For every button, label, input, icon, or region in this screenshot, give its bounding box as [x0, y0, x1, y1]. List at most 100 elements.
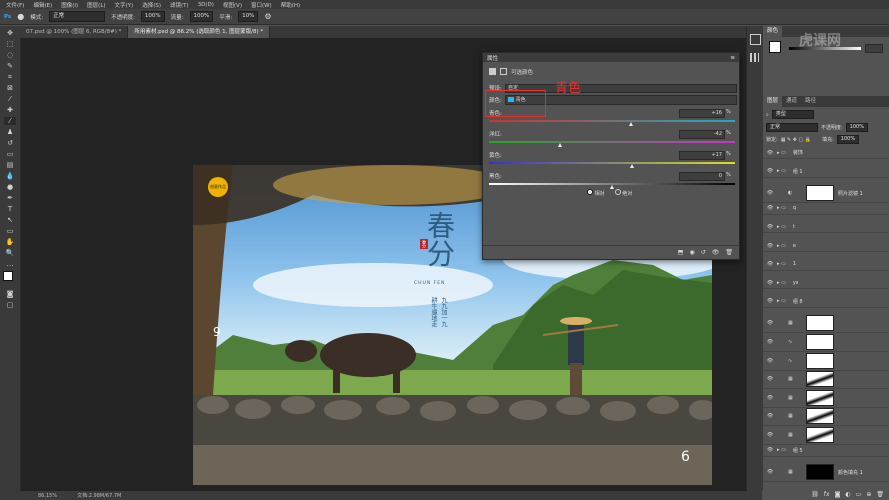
slider-thumb[interactable]	[630, 164, 635, 168]
layer-row[interactable]: 👁 ▦	[763, 370, 889, 390]
dodge-tool-icon[interactable]: ●	[4, 183, 16, 191]
layer-row[interactable]: 👁 ▸ ▭ 装饰	[763, 147, 889, 159]
healing-tool-icon[interactable]: ✚	[4, 106, 16, 114]
layer-opacity-input[interactable]: 100%	[845, 123, 868, 132]
menu-item[interactable]: 窗口(W)	[251, 1, 272, 9]
screen-mode-icon[interactable]: ▢	[4, 301, 16, 309]
blend-mode-select[interactable]: 正常	[766, 123, 818, 132]
smooth-input[interactable]: 10%	[238, 11, 259, 22]
tab-color[interactable]: 颜色	[763, 26, 783, 37]
type-tool-icon[interactable]: T	[4, 205, 16, 213]
mask-icon[interactable]	[500, 68, 507, 75]
folder-icon[interactable]: ▸ ▭	[777, 168, 786, 174]
folder-icon[interactable]: ▸ ▭	[777, 261, 786, 267]
menu-item[interactable]: 图像(I)	[61, 1, 78, 9]
slider-thumb[interactable]	[557, 143, 562, 147]
layer-row[interactable]: 👁 ▦	[763, 426, 889, 445]
visibility-eye-icon[interactable]: 👁	[766, 190, 774, 196]
layer-row[interactable]: 👁 ▸ ▭ q	[763, 203, 889, 215]
layer-row[interactable]: 👁 ∿	[763, 333, 889, 352]
menu-item[interactable]: 编辑(E)	[33, 1, 52, 9]
kind-select[interactable]: 类型	[771, 110, 814, 119]
quick-mask-icon[interactable]: ◙	[4, 290, 16, 298]
visibility-eye-icon[interactable]: 👁	[766, 168, 774, 174]
visibility-eye-icon[interactable]: 👁	[766, 339, 774, 345]
visibility-icon[interactable]: 👁	[712, 249, 720, 256]
tab-layers[interactable]: 图层	[763, 96, 783, 107]
menu-item[interactable]: 文字(Y)	[115, 1, 134, 9]
new-adjustment-icon[interactable]: ◐	[845, 491, 850, 498]
layer-row[interactable]: 👁 ▦	[763, 389, 889, 408]
pen-tool-icon[interactable]: ✒	[4, 194, 16, 202]
new-group-icon[interactable]: ▭	[856, 491, 862, 498]
brush-tool-icon[interactable]: ⁄	[4, 117, 16, 125]
color-panel-icon[interactable]	[750, 34, 761, 45]
fg-color-swatch[interactable]	[769, 41, 781, 53]
visibility-eye-icon[interactable]: 👁	[766, 280, 774, 286]
eyedropper-tool-icon[interactable]: ⁄	[4, 95, 16, 103]
delete-icon[interactable]: 🗑	[725, 249, 733, 256]
layer-row[interactable]: 👁 ▸ ▭ 1	[763, 259, 889, 271]
slider-value-input[interactable]: +16	[679, 109, 725, 118]
mode-select[interactable]: 正常	[49, 11, 106, 22]
layer-row[interactable]: 👁 ▸ ▭ e	[763, 240, 889, 252]
move-tool-icon[interactable]: ✥	[4, 29, 16, 37]
history-brush-icon[interactable]: ↺	[4, 139, 16, 147]
relative-radio[interactable]: 相对	[587, 189, 605, 197]
flow-input[interactable]: 100%	[189, 11, 214, 22]
menu-item[interactable]: 视图(V)	[223, 1, 242, 9]
visibility-eye-icon[interactable]: 👁	[766, 413, 774, 419]
tab-paths[interactable]: 路径	[801, 96, 820, 107]
value-box[interactable]	[865, 44, 883, 53]
folder-icon[interactable]: ▸ ▭	[777, 280, 786, 286]
fx-icon[interactable]: fx	[824, 491, 830, 498]
visibility-eye-icon[interactable]: 👁	[766, 469, 774, 475]
slider-track[interactable]	[489, 120, 735, 122]
visibility-eye-icon[interactable]: 👁	[766, 447, 774, 453]
visibility-eye-icon[interactable]: 👁	[766, 205, 774, 211]
slider-thumb[interactable]	[629, 122, 634, 126]
slider-value-input[interactable]: 0	[679, 172, 725, 181]
visibility-eye-icon[interactable]: 👁	[766, 376, 774, 382]
layer-row[interactable]: 👁 ▸ ▭ 组 1	[763, 166, 889, 178]
folder-icon[interactable]: ▸ ▭	[777, 224, 786, 230]
lasso-tool-icon[interactable]: ◌	[4, 51, 16, 59]
folder-icon[interactable]: ▸ ▭	[777, 298, 786, 304]
eraser-tool-icon[interactable]: ▭	[4, 150, 16, 158]
folder-icon[interactable]: ▸ ▭	[777, 447, 786, 453]
visibility-eye-icon[interactable]: 👁	[766, 150, 774, 156]
slider-value-input[interactable]: +17	[679, 151, 725, 160]
folder-icon[interactable]: ▸ ▭	[777, 150, 786, 156]
layer-row[interactable]: 👁 ▦	[763, 314, 889, 334]
visibility-eye-icon[interactable]: 👁	[766, 298, 774, 304]
folder-icon[interactable]: ▸ ▭	[777, 205, 786, 211]
layer-row[interactable]: 👁 ▸ ▭ 组 5	[763, 445, 889, 457]
view-previous-icon[interactable]: ◉	[689, 249, 694, 256]
quick-select-tool-icon[interactable]: ✎	[4, 62, 16, 70]
opacity-input[interactable]: 100%	[140, 11, 165, 22]
layer-row[interactable]: 👁 ▸ ▭ ys	[763, 277, 889, 290]
zoom-tool-icon[interactable]: 🔍	[4, 249, 16, 257]
fill-input[interactable]: 100%	[836, 135, 860, 144]
document-tab[interactable]: 所用素材.psd @ 86.2% (选取颜色 1, 图层蒙版/8) *	[128, 26, 271, 38]
menu-item[interactable]: 选择(S)	[142, 1, 161, 9]
visibility-eye-icon[interactable]: 👁	[766, 224, 774, 230]
slider-value-input[interactable]: -42	[679, 130, 725, 139]
marquee-tool-icon[interactable]: ⬚	[4, 40, 16, 48]
link-icon[interactable]: ⛓	[811, 491, 819, 498]
layer-row[interactable]: 👁 ▸ ▭ t	[763, 221, 889, 234]
menu-item[interactable]: 帮助(H)	[281, 1, 300, 9]
layer-row[interactable]: 👁 ∿	[763, 352, 889, 371]
menu-item[interactable]: 3D(D)	[198, 2, 214, 8]
menu-item[interactable]: 滤镜(T)	[170, 1, 189, 9]
layer-row[interactable]: 👁 ▦	[763, 407, 889, 427]
document-tab[interactable]: 07.psd @ 100% (图层 6, RGB/8#) *	[20, 26, 129, 38]
brush-preset-icon[interactable]: ●	[17, 12, 24, 21]
settings-gear-icon[interactable]: ⚙	[264, 12, 271, 21]
absolute-radio[interactable]: 绝对	[614, 189, 632, 197]
hand-tool-icon[interactable]: ✋	[4, 238, 16, 246]
visibility-eye-icon[interactable]: 👁	[766, 395, 774, 401]
more-tools-icon[interactable]: …	[4, 260, 16, 268]
menu-item[interactable]: 文件(F)	[6, 1, 24, 9]
shape-tool-icon[interactable]: ▭	[4, 227, 16, 235]
